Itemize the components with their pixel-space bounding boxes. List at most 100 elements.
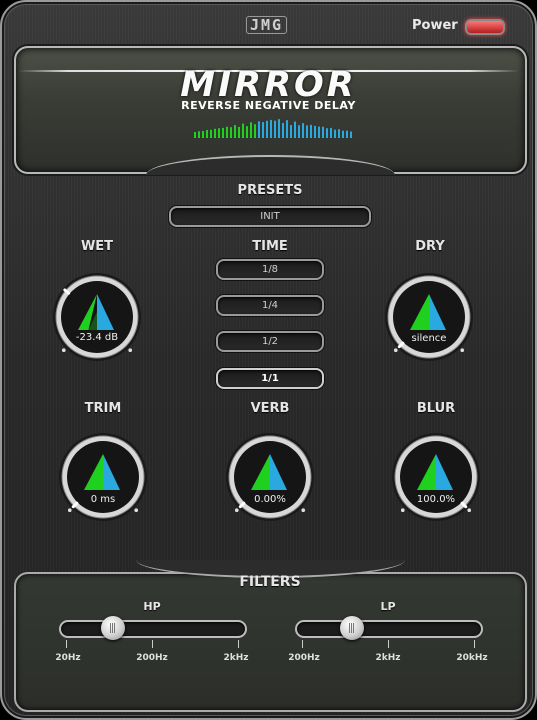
trim-readout: 0 ms (90, 494, 116, 505)
spectrum-bar (310, 124, 312, 138)
verb-readout: 0.00% (254, 494, 286, 505)
spectrum-bar (202, 131, 204, 138)
knob-range-dot (128, 348, 133, 353)
knob-graphic (226, 433, 314, 521)
trim-knob[interactable]: 0 ms (58, 432, 148, 522)
spectrum-bar (338, 129, 340, 138)
knob-range-dot (467, 508, 472, 513)
dry-readout: silence (411, 333, 447, 344)
verb-knob[interactable]: 0.00% (225, 432, 315, 522)
spectrum-bar (210, 129, 212, 138)
spectrum-bar (278, 119, 280, 138)
spectrum-bar (194, 132, 196, 138)
hp-tick (66, 640, 67, 648)
spectrum-bar (238, 126, 240, 138)
wet-label: WET (80, 239, 114, 254)
filters-label: FILTERS (239, 574, 301, 590)
spectrum-bar (302, 123, 304, 138)
lp-tick (302, 640, 303, 648)
hp-tick (238, 640, 239, 648)
spectrum-bar (294, 121, 296, 138)
time-option-1-2[interactable]: 1/2 (216, 331, 324, 352)
spectrum-bar (350, 131, 352, 138)
spectrum-bar (342, 130, 344, 138)
spectrum-bar (246, 126, 248, 138)
lp-slider-thumb[interactable] (340, 616, 365, 640)
spectrum-bar (250, 122, 252, 138)
spectrum-bar (242, 123, 244, 138)
mirror-plugin-window: JMG Power MIRROR REVERSE NEGATIVE DELAY … (0, 0, 537, 720)
spectrum-bar (266, 120, 268, 138)
spectrum-bar (314, 125, 316, 138)
spectrum-bar (346, 130, 348, 138)
hp-slider[interactable] (59, 616, 247, 640)
lp-label: LP (380, 600, 396, 613)
wet-readout: -23.4 dB (75, 332, 119, 343)
knob-range-dot (67, 508, 72, 513)
spectrum-bar (318, 126, 320, 138)
hp-tick-label: 20Hz (55, 653, 81, 663)
blur-knob[interactable]: 100.0% (391, 432, 481, 522)
hp-tick-label: 2kHz (223, 653, 249, 663)
knob-range-dot (393, 348, 398, 353)
spectrum-bar (330, 127, 332, 138)
knob-range-dot (400, 508, 405, 513)
spectrum-bar (262, 122, 264, 138)
wet-knob[interactable]: -23.4 dB (52, 272, 142, 362)
time-option-1-1[interactable]: 1/1 (216, 368, 324, 389)
spectrum-bar (306, 125, 308, 138)
lp-tick-label: 20kHz (456, 653, 488, 663)
spectrum-bar (326, 128, 328, 138)
spectrum-bar (274, 120, 276, 138)
spectrum-bar (222, 127, 224, 138)
hp-label: HP (143, 600, 161, 613)
knob-graphic (392, 433, 480, 521)
knob-range-dot (61, 348, 66, 353)
spectrum-bar (214, 128, 216, 138)
knob-graphic (53, 273, 141, 361)
lp-tick-label: 2kHz (375, 653, 401, 663)
spectrum-bar (282, 122, 284, 138)
spectrum-bar (286, 120, 288, 138)
trim-label: TRIM (84, 401, 122, 416)
verb-label: VERB (250, 401, 290, 416)
spectrum-bar (198, 131, 200, 138)
hp-tick-label: 200Hz (136, 653, 168, 663)
blur-label: BLUR (416, 401, 456, 416)
spectrum-bar (226, 126, 228, 138)
plugin-subtitle: REVERSE NEGATIVE DELAY (181, 99, 356, 112)
knob-graphic (59, 433, 147, 521)
lp-tick (388, 640, 389, 648)
time-option-1-8[interactable]: 1/8 (216, 259, 324, 280)
spectrum-bar (290, 125, 292, 138)
blur-readout: 100.0% (416, 494, 456, 505)
spectrum-bar (270, 119, 272, 138)
spectrum-bar (298, 125, 300, 138)
preset-selector[interactable]: INIT (169, 206, 371, 227)
lp-tick (474, 640, 475, 648)
dry-label: DRY (415, 239, 445, 254)
knob-graphic (385, 273, 473, 361)
hp-slider-thumb[interactable] (100, 616, 125, 640)
spectrum-bar (206, 129, 208, 138)
spectrum-bar (234, 125, 236, 138)
time-option-1-4[interactable]: 1/4 (216, 295, 324, 316)
lp-tick-label: 200Hz (288, 653, 320, 663)
jmg-logo: JMG (246, 16, 288, 34)
power-toggle[interactable] (465, 19, 505, 35)
knob-range-dot (134, 508, 139, 513)
knob-range-dot (234, 508, 239, 513)
lp-slider[interactable] (295, 616, 483, 640)
power-label: Power (412, 18, 458, 33)
time-label: TIME (252, 239, 288, 254)
dry-knob[interactable]: silence (384, 272, 474, 362)
spectrum-bar (322, 126, 324, 138)
spectrum-bar (230, 127, 232, 138)
spectrum-bar (334, 129, 336, 138)
filters-panel (14, 560, 527, 712)
spectrum-bar (218, 128, 220, 138)
knob-range-dot (301, 508, 306, 513)
presets-label: PRESETS (237, 183, 303, 198)
spectrum-meter (194, 119, 352, 138)
spectrum-bar (258, 121, 260, 138)
